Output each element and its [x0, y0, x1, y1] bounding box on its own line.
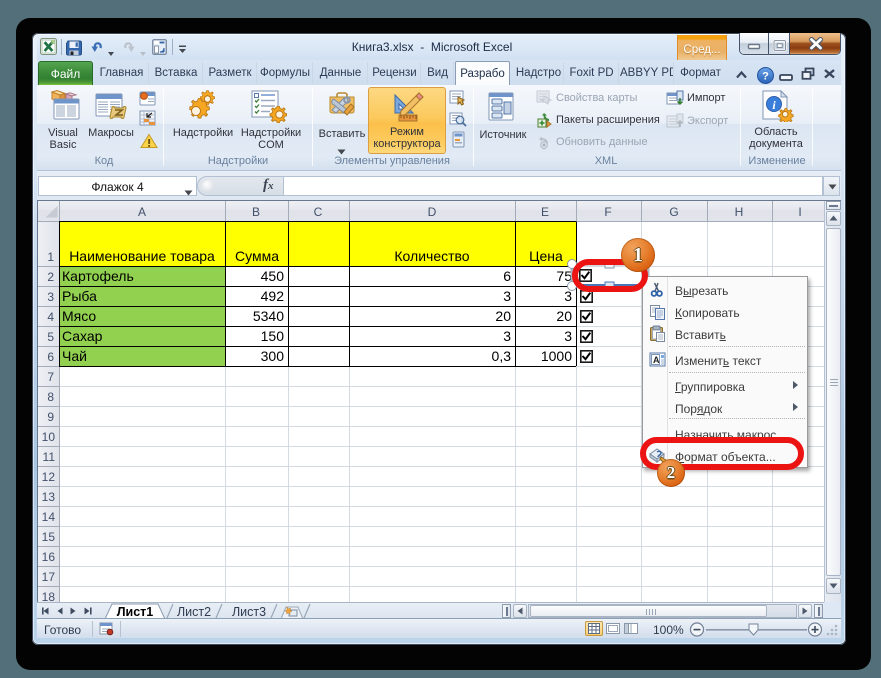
svg-text:11: 11 [43, 450, 56, 464]
svg-text:17: 17 [42, 570, 56, 584]
svg-text:7: 7 [47, 370, 54, 384]
svg-text:0,3: 0,3 [492, 348, 512, 364]
svg-text:9: 9 [47, 410, 54, 424]
svg-text:Сумма: Сумма [235, 248, 279, 264]
svg-text:D: D [428, 205, 437, 219]
svg-text:18: 18 [42, 590, 56, 602]
svg-text:6: 6 [503, 268, 511, 284]
svg-text:1000: 1000 [541, 348, 572, 364]
svg-text:H: H [735, 205, 744, 219]
svg-text:3: 3 [503, 328, 511, 344]
svg-text:16: 16 [42, 550, 56, 564]
svg-text:Картофель: Картофель [62, 268, 134, 284]
svg-text:F: F [604, 205, 611, 219]
svg-text:Чай: Чай [62, 348, 87, 364]
svg-text:I: I [798, 205, 801, 219]
svg-text:4: 4 [47, 310, 54, 324]
svg-text:12: 12 [42, 470, 56, 484]
svg-text:450: 450 [261, 268, 285, 284]
svg-text:20: 20 [495, 308, 511, 324]
svg-text:300: 300 [261, 348, 285, 364]
svg-text:2: 2 [47, 270, 54, 284]
svg-text:Наименование товара: Наименование товара [69, 248, 215, 264]
svg-text:Рыба: Рыба [62, 288, 97, 304]
svg-text:Сахар: Сахар [62, 328, 103, 344]
svg-text:14: 14 [42, 510, 56, 524]
svg-text:E: E [541, 205, 549, 219]
svg-text:?: ? [762, 71, 769, 83]
svg-text:A: A [653, 355, 660, 365]
svg-text:5: 5 [47, 330, 54, 344]
svg-text:Лист3: Лист3 [232, 605, 266, 619]
svg-text:10: 10 [42, 430, 56, 444]
svg-text:Лист2: Лист2 [177, 605, 211, 619]
svg-text:Лист1: Лист1 [117, 605, 154, 619]
svg-text:1: 1 [47, 250, 54, 264]
svg-text:Количество: Количество [394, 248, 469, 264]
svg-text:Цена: Цена [529, 248, 563, 264]
svg-text:15: 15 [42, 530, 56, 544]
svg-text:B: B [252, 205, 260, 219]
svg-text:20: 20 [556, 308, 572, 324]
svg-text:3: 3 [47, 290, 54, 304]
svg-text:6: 6 [47, 350, 54, 364]
svg-text:Мясо: Мясо [62, 308, 96, 324]
svg-text:G: G [669, 205, 678, 219]
svg-text:3: 3 [564, 328, 572, 344]
svg-text:492: 492 [261, 288, 285, 304]
svg-text:5340: 5340 [253, 308, 284, 324]
svg-text:13: 13 [42, 490, 56, 504]
svg-text:3: 3 [503, 288, 511, 304]
svg-text:150: 150 [261, 328, 285, 344]
svg-text:C: C [314, 205, 323, 219]
svg-text:A: A [138, 205, 146, 219]
svg-text:8: 8 [47, 390, 54, 404]
